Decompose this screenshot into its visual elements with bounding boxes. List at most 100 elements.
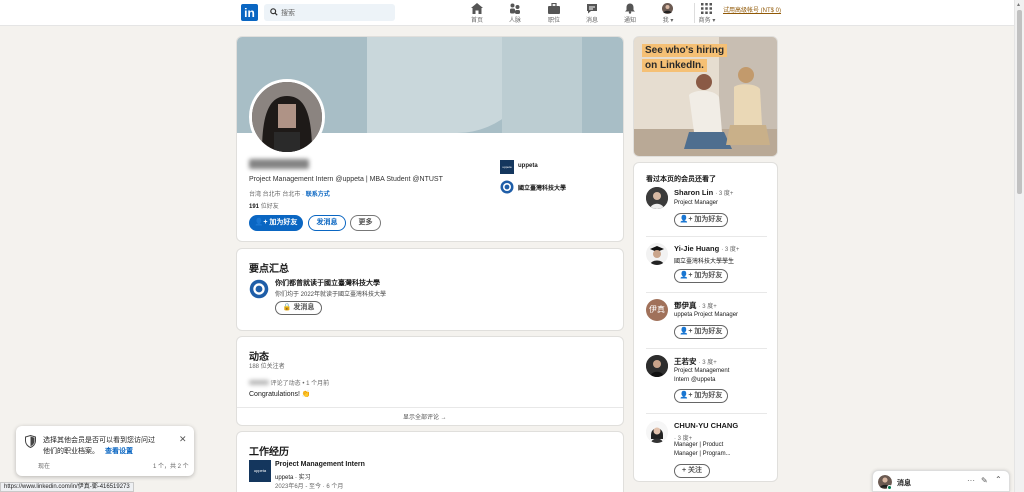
add-person-icon: 👤+ [679,328,693,335]
person-headline: uppeta Project Manager [674,312,739,318]
person-connect-button[interactable]: 👤+ 加为好友 [674,389,728,403]
org-uppeta-name: uppeta [518,163,538,169]
experience-title: 工作经历 [249,447,289,458]
person-name-line: Sharon Lin · 3 度+ [674,188,734,197]
message-button[interactable]: 发消息 [308,215,346,231]
person-name-line: 王若安 · 3 度+ [674,357,717,366]
connect-button[interactable]: 👤+ 加为好友 [249,215,303,231]
compose-icon[interactable]: ✎ [981,476,988,485]
highlights-desc: 你们均于 2022年就读于國立臺灣科技大學 [275,292,387,298]
chevron-down-icon: ▾ [670,18,674,24]
nav-home-label: 首页 [470,18,483,24]
connections-count: 191 [249,204,260,210]
person-headline: Intern @uppeta [674,377,716,383]
messaging-label: 消息 [897,480,911,487]
connections-label: 位好友 [260,204,279,210]
person-avatar [646,243,668,265]
scrollbar-thumb[interactable] [1017,10,1022,194]
page-scrollbar[interactable]: ▴ [1014,0,1024,492]
person-headline: Project Manager [674,200,719,206]
nav-messaging[interactable]: 消息 [572,3,612,24]
person-degree: · 3 度+ [674,436,693,442]
search-input[interactable]: 搜索 [264,4,395,21]
activity-card: 动态 188 位关注者 评论了动态 • 1 个月前 Congratulation… [236,336,624,426]
linkedin-logo[interactable]: in [241,4,258,21]
nav-home[interactable]: 首页 [457,3,497,24]
person-connect-button[interactable]: 👤+ 加为好友 [674,269,728,283]
status-url: https://www.linkedin.com/in/伊真-鄧-4165192… [0,482,134,492]
toast-text-1: 选择其他会员是否可以看到您访问过 [43,437,155,444]
nav-me[interactable]: 我 ▾ [648,3,688,24]
profile-photo[interactable] [249,79,325,155]
contact-info-link[interactable]: 联系方式 [306,192,330,198]
add-person-icon: 👤+ [254,219,268,226]
person-headline: Manager | Program... [674,451,731,457]
highlights-title: 要点汇总 [249,264,289,275]
chevron-up-icon[interactable]: ⌃ [995,475,1002,484]
person-avatar-initials: 伊真 [646,299,668,321]
view-settings-link[interactable]: 查看设置 [105,448,133,455]
grid-icon [701,3,713,14]
more-button[interactable]: 更多 [350,215,381,231]
person-connect-button[interactable]: 👤+ 加为好友 [674,213,728,227]
add-person-icon: 👤+ [679,392,693,399]
nav-network-label: 人脉 [508,18,521,24]
profile-name [249,159,309,171]
highlights-message-button[interactable]: 🔒 发消息 [275,301,322,315]
job-company: uppeta · 实习 [275,475,311,481]
ntust-logo [500,180,514,194]
add-person-icon: 👤+ [679,216,693,223]
briefcase-icon [548,3,560,14]
person-name: CHUN-YU CHANG [674,421,739,430]
premium-trial-link[interactable]: 试用高级帐号 (NT$ 0) [723,5,781,14]
nav-business[interactable]: 商务 ▾ [687,3,727,24]
uppeta-logo: uppeta [249,460,271,482]
privacy-toast: 选择其他会员是否可以看到您访问过 他们的职业档案。 查看设置 ✕ 现在 1 个，… [16,426,194,476]
hiring-ad[interactable]: See who's hiring on LinkedIn. [633,36,778,157]
ad-headline-2: on LinkedIn. [642,59,707,72]
lock-icon: 🔒 [282,304,292,311]
shield-icon [25,435,36,448]
toast-text-2: 他们的职业档案。 查看设置 [43,448,133,455]
person-name-line: Yi-Jie Huang · 3 度+ [674,244,740,253]
bell-icon [624,3,636,14]
person-connect-button[interactable]: 👤+ 加为好友 [674,325,728,339]
nav-notifications[interactable]: 通知 [610,3,650,24]
chevron-down-icon: ▾ [712,18,716,24]
uppeta-logo: uppeta [500,160,514,174]
scroll-up-icon[interactable]: ▴ [1017,1,1020,8]
profile-location-line: 台湾 台北市 台北市 · 联系方式 [249,189,330,198]
profile-card: Project Management Intern @uppeta | MBA … [236,36,624,242]
nav-network[interactable]: 人脉 [495,3,535,24]
nav-notifications-label: 通知 [623,18,636,24]
job-title[interactable]: Project Management Intern [275,461,365,468]
close-icon[interactable]: ✕ [179,434,187,445]
person-headline: Project Management [674,368,730,374]
connections[interactable]: 191 位好友 [249,201,279,210]
more-options-icon[interactable]: ··· [967,476,975,485]
me-avatar [662,3,674,14]
pav-title: 看过本页的会员还看了 [646,176,716,183]
person-headline: 國立臺灣科技大學學生 [674,259,735,265]
toast-time: 现在 [38,464,51,470]
show-all-comments-link[interactable]: 显示全部评论 → [403,412,447,421]
add-person-icon: 👤+ [679,272,693,279]
person-headline: Manager | Product [674,442,724,448]
nav-business-label: 商务 ▾ [698,18,716,24]
follow-button[interactable]: + 关注 [674,464,710,478]
ad-headline-1: See who's hiring [642,44,728,57]
messaging-bar[interactable]: 消息 ··· ✎ ⌃ [872,470,1010,492]
followers-count: 188 位关注者 [249,364,285,370]
person-name-line: 鄧伊真 · 3 度+ [674,301,717,310]
people-icon [509,3,521,14]
search-placeholder: 搜索 [281,10,295,17]
separator: · [302,192,305,198]
person-avatar [646,355,668,377]
people-also-viewed-card: 看过本页的会员还看了 Sharon Lin · 3 度+ Project Man… [633,162,778,482]
profile-headline: Project Management Intern @uppeta | MBA … [249,176,443,183]
nav-jobs-label: 职位 [547,18,560,24]
nav-me-label: 我 ▾ [662,18,674,24]
activity-comment[interactable]: Congratulations! 👏 [249,390,311,398]
nav-jobs[interactable]: 职位 [534,3,574,24]
nav-messaging-label: 消息 [585,18,598,24]
